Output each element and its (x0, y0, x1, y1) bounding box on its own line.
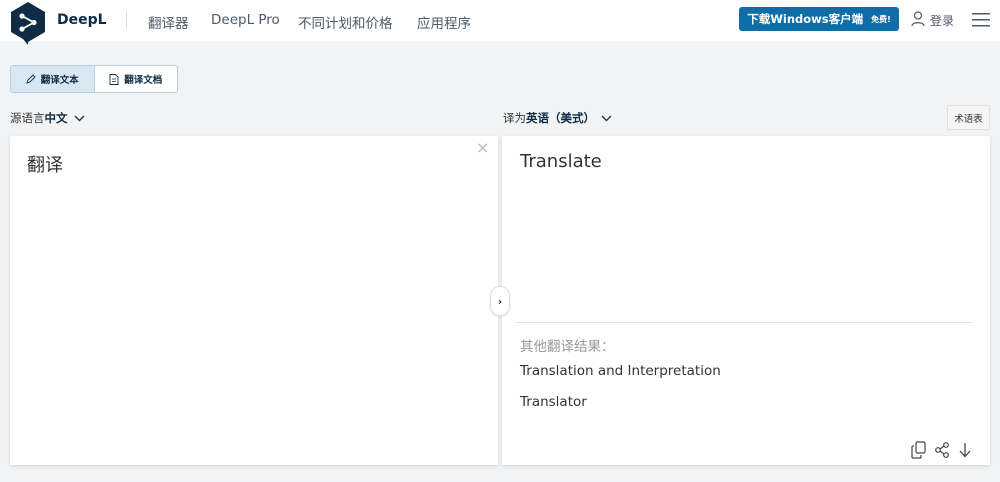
alternatives-title: 其他翻译结果： (520, 339, 615, 355)
download-windows-button[interactable]: 下载Windows客户端 免费! (739, 7, 899, 31)
user-icon[interactable] (911, 11, 925, 27)
nav-pricing[interactable]: 不同计划和价格 (298, 12, 393, 32)
nav-divider (126, 12, 127, 29)
alternatives-divider (515, 322, 973, 323)
translation-output[interactable]: Translate (520, 151, 602, 172)
download-button-label: 下载Windows客户端 (747, 12, 864, 26)
target-language-value: 英语（美式） (526, 111, 595, 125)
download-arrow-icon[interactable] (957, 441, 973, 459)
source-language-selector[interactable]: 源语言 中文 (10, 110, 85, 126)
tab-translate-document-label: 翻译文档 (124, 75, 163, 86)
source-language-value: 中文 (44, 111, 68, 125)
glossary-button[interactable]: 术语表 (947, 105, 990, 130)
nav-deepl-pro[interactable]: DeepL Pro (211, 12, 280, 28)
brand-name[interactable]: DeepL (57, 12, 107, 28)
alternative-translation[interactable]: Translation and Interpretation (520, 363, 721, 379)
nav-apps[interactable]: 应用程序 (417, 12, 471, 32)
alternative-translation[interactable]: Translator (520, 394, 587, 410)
hamburger-menu-icon[interactable] (972, 13, 990, 27)
copy-icon[interactable] (911, 441, 927, 459)
nav-translator[interactable]: 翻译器 (148, 12, 189, 32)
chevron-down-icon (601, 115, 612, 121)
target-language-prefix: 译为 (503, 111, 526, 125)
target-text-panel: Translate 其他翻译结果： Translation and Interp… (502, 136, 990, 465)
login-link[interactable]: 登录 (930, 12, 954, 29)
deepl-logo-icon[interactable] (9, 1, 47, 45)
chevron-down-icon (74, 115, 84, 121)
tab-translate-text[interactable]: 翻译文本 (11, 66, 95, 92)
top-navbar: DeepL 翻译器 DeepL Pro 不同计划和价格 应用程序 下载Windo… (0, 0, 1000, 45)
document-icon (109, 73, 119, 85)
close-icon[interactable]: × (476, 140, 489, 156)
target-language-selector[interactable]: 译为 英语（美式） (503, 110, 612, 126)
free-badge: 免费! (871, 14, 891, 24)
pencil-icon (26, 74, 36, 84)
source-text-panel[interactable]: 翻译 × (10, 136, 498, 465)
translation-mode-switch: 翻译文本 翻译文档 (10, 65, 178, 93)
share-icon[interactable] (934, 441, 950, 459)
source-text-input[interactable]: 翻译 (27, 151, 63, 177)
tab-translate-document[interactable]: 翻译文档 (95, 66, 178, 92)
chevron-right-icon[interactable]: › (490, 286, 510, 316)
tab-translate-text-label: 翻译文本 (40, 75, 79, 86)
source-language-prefix: 源语言 (10, 111, 45, 125)
